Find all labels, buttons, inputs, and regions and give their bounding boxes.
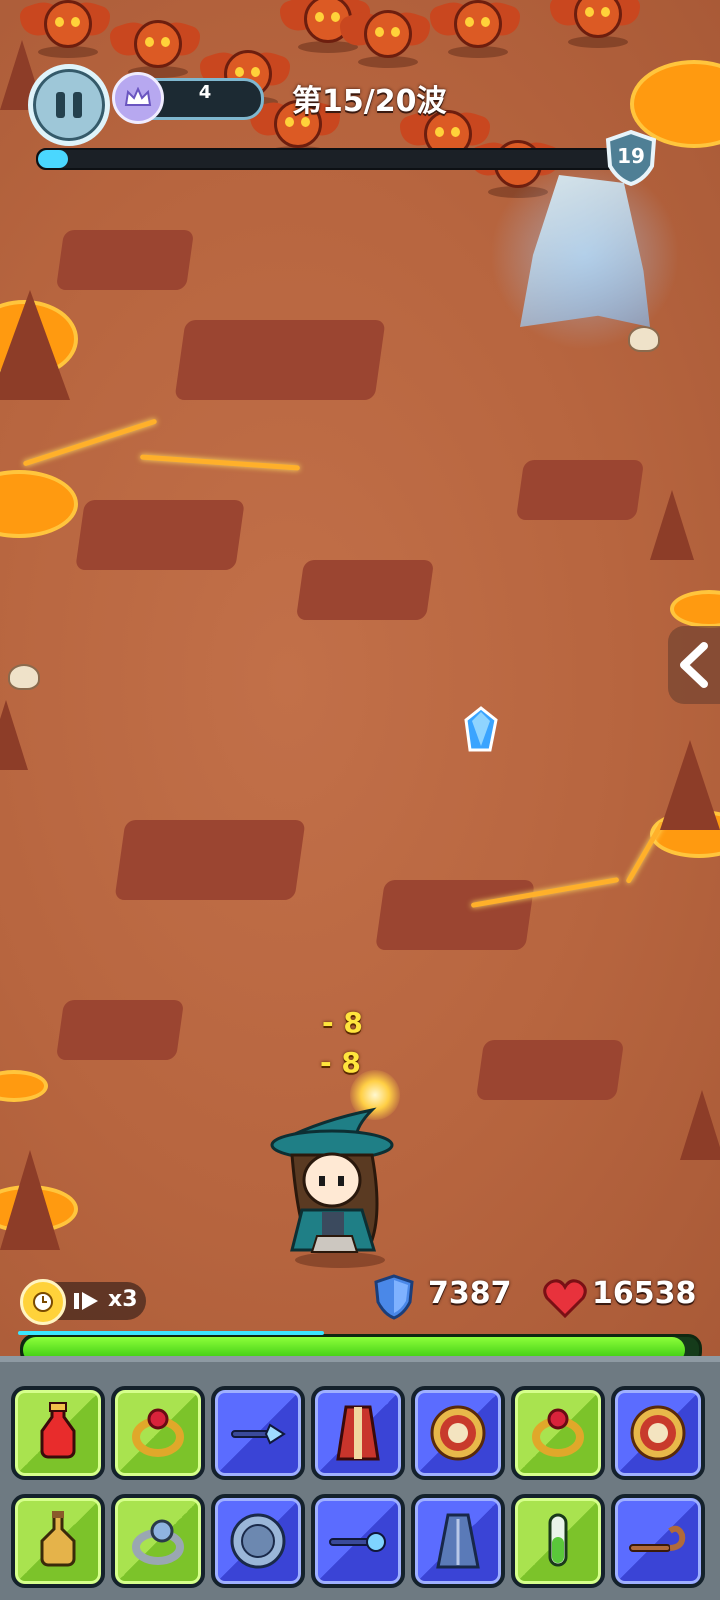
side-panel-toggle[interactable] <box>668 626 720 704</box>
battlefield: - 8 - 8 <box>0 0 720 1360</box>
lava-pool <box>0 470 78 538</box>
chevron-left-icon <box>680 642 708 688</box>
inventory-slot[interactable] <box>611 1494 705 1588</box>
lava-pool <box>0 1070 48 1102</box>
wave-progress-bar <box>36 148 630 170</box>
gold-ruby-ring-icon <box>132 1408 184 1457</box>
orb-scepter-icon <box>329 1532 386 1552</box>
pause-button[interactable] <box>28 64 110 146</box>
round-shield-icon <box>630 1405 686 1461</box>
rock-spike <box>0 290 70 400</box>
lava-pool <box>670 590 720 628</box>
inventory-slot[interactable] <box>11 1494 105 1588</box>
crown-icon <box>112 72 164 124</box>
inventory-slot[interactable] <box>511 1494 605 1588</box>
level-number: 19 <box>617 144 645 168</box>
blue-gem-icon[interactable] <box>464 706 498 752</box>
lava-crack <box>625 820 665 885</box>
inventory-slot[interactable] <box>111 1494 205 1588</box>
ground-stone <box>174 320 386 400</box>
silver-ring-icon <box>132 1519 184 1565</box>
inventory-slot[interactable] <box>411 1386 505 1480</box>
rock-spike <box>680 1090 720 1160</box>
rock-spike <box>0 700 28 770</box>
bat-enemy <box>20 0 110 60</box>
ground-stone <box>114 820 306 900</box>
blue-cloak-icon <box>436 1513 480 1569</box>
ground-stone <box>475 1040 625 1100</box>
health-value: 16538 <box>592 1276 697 1311</box>
shield-overlay-bar <box>18 1331 324 1335</box>
damage-number: - 8 <box>322 1006 363 1039</box>
armor-shield-icon <box>374 1274 414 1320</box>
steel-buckler-icon <box>230 1513 286 1569</box>
ground-stone <box>295 560 435 620</box>
bat-enemy <box>430 0 520 60</box>
skull-decoration <box>8 664 40 690</box>
green-vial-icon <box>548 1513 568 1567</box>
gold-ruby-ring-icon <box>532 1408 584 1457</box>
inventory-slot[interactable] <box>511 1386 605 1480</box>
wave-counter: 第15/20波 <box>292 84 447 119</box>
armor-value: 7387 <box>428 1276 512 1311</box>
rock-spike <box>660 740 720 830</box>
rock-spike <box>0 1150 60 1250</box>
heart-icon <box>543 1279 587 1318</box>
inventory-slot[interactable] <box>111 1386 205 1480</box>
bat-enemy <box>340 0 430 70</box>
hook-staff-icon <box>629 1525 686 1552</box>
rock-spike <box>650 490 694 560</box>
fast-forward-icon <box>74 1292 98 1310</box>
damage-number: - 8 <box>320 1046 361 1079</box>
lava-crack <box>22 418 158 467</box>
inventory-slot[interactable] <box>11 1386 105 1480</box>
ground-stone <box>55 1000 185 1060</box>
red-robe-icon <box>336 1405 380 1461</box>
inventory-slot[interactable] <box>311 1386 405 1480</box>
inventory-slot[interactable] <box>211 1494 305 1588</box>
crown-value: 4 <box>198 82 212 103</box>
round-shield-icon <box>430 1405 486 1461</box>
clock-icon <box>20 1279 66 1325</box>
crystal-wand-icon <box>231 1423 286 1445</box>
wave-progress-fill <box>38 150 68 168</box>
inventory-slot[interactable] <box>611 1386 705 1480</box>
ground-stone <box>75 500 245 570</box>
ground-stone <box>375 880 535 950</box>
red-potion-icon <box>40 1402 76 1459</box>
inventory-slot[interactable] <box>311 1494 405 1588</box>
bat-enemy <box>550 0 640 50</box>
wizard-hero <box>270 1107 394 1268</box>
lava-crack <box>140 454 300 471</box>
ground-stone <box>55 230 195 290</box>
speed-label: x3 <box>108 1287 138 1312</box>
amber-potion-icon <box>40 1511 76 1567</box>
ground-stone <box>515 460 645 520</box>
pause-icon <box>56 92 82 118</box>
inventory-slot[interactable] <box>211 1386 305 1480</box>
inventory-slot[interactable] <box>411 1494 505 1588</box>
bat-enemy <box>110 10 200 80</box>
